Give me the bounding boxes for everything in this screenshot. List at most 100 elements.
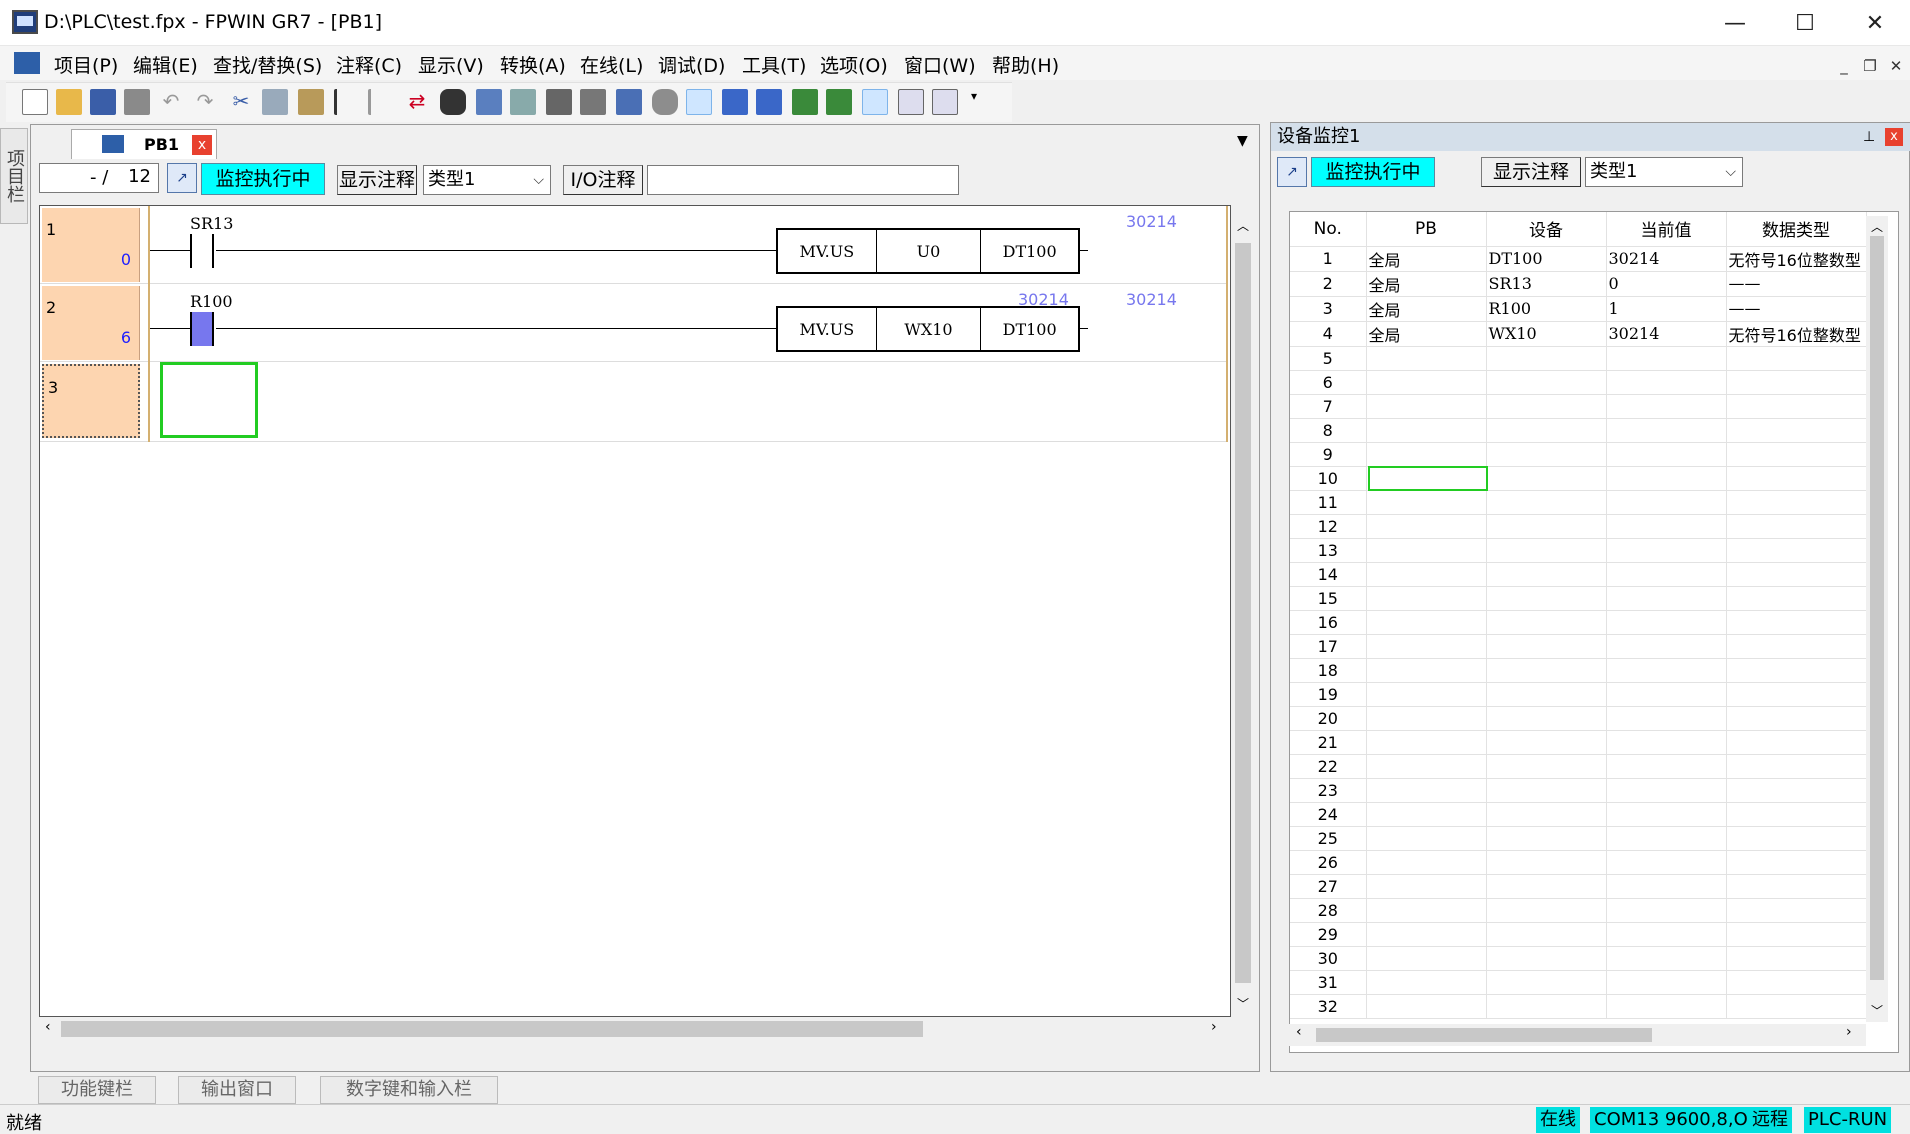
undo-icon[interactable]: ↶ [158,89,184,115]
cell-no[interactable]: 18 [1290,658,1367,683]
cell-pb[interactable]: 全局 [1366,296,1487,322]
cell-device[interactable] [1486,418,1607,443]
read-icon[interactable] [722,89,748,115]
cell-pb[interactable] [1366,970,1487,995]
cell-device[interactable] [1486,490,1607,515]
comment-icon[interactable] [476,89,502,115]
scroll-right-icon[interactable]: › [1846,1024,1852,1040]
table-row[interactable]: 12 [1290,514,1867,539]
cell-no[interactable]: 14 [1290,562,1367,587]
menu-comment[interactable]: 注释(C) [336,51,402,78]
menu-find-replace[interactable]: 查找/替换(S) [213,51,322,78]
table-row[interactable]: 23 [1290,778,1867,803]
ladder-row[interactable]: 2 6 R100 30214 30214 MV.US WX10 DT100 [40,284,1228,362]
table-row[interactable]: 24 [1290,802,1867,827]
app-icon[interactable] [12,10,38,34]
replace-icon[interactable]: ⇄ [404,89,430,115]
download-icon[interactable] [546,89,572,115]
table-row[interactable]: 22 [1290,754,1867,779]
table-row[interactable]: 28 [1290,898,1867,923]
cell-device[interactable] [1486,994,1607,1019]
cell-data-type[interactable] [1726,778,1867,803]
tab-numeric-input[interactable]: 数字键和输入栏 [320,1076,498,1104]
cell-device[interactable] [1486,898,1607,923]
new-file-icon[interactable] [22,89,48,115]
cell-data-type[interactable] [1726,370,1867,395]
cell-data-type[interactable] [1726,562,1867,587]
instruction-box[interactable]: MV.US U0 DT100 [776,228,1080,274]
contact-r100[interactable] [190,312,214,346]
cell-no[interactable]: 8 [1290,418,1367,443]
scroll-left-icon[interactable]: ‹ [45,1019,51,1035]
cell-current-value[interactable] [1606,682,1727,707]
cell-data-type[interactable] [1726,514,1867,539]
cell-device[interactable]: WX10 [1486,321,1607,347]
cell-device[interactable] [1486,682,1607,707]
table-row[interactable]: 30 [1290,946,1867,971]
table-row[interactable]: 13 [1290,538,1867,563]
edit-cursor[interactable] [160,362,258,438]
cell-pb[interactable] [1366,418,1487,443]
cell-data-type[interactable] [1726,946,1867,971]
cut-icon[interactable]: ✂ [228,89,254,115]
cell-current-value[interactable] [1606,418,1727,443]
cell-data-type[interactable] [1726,706,1867,731]
cell-no[interactable]: 29 [1290,922,1367,947]
cell-pb[interactable] [1366,346,1487,371]
table-row[interactable]: 2 全局 SR13 0 —— [1290,271,1867,297]
cell-device[interactable] [1486,850,1607,875]
row-number-cell[interactable]: 2 6 [42,286,140,360]
paste-icon[interactable] [298,89,324,115]
ladder-diagram[interactable]: 1 0 SR13 30214 MV.US U0 DT100 2 6 R100 3… [39,205,1231,1017]
cell-no[interactable]: 26 [1290,850,1367,875]
compare-icon[interactable] [616,89,642,115]
cell-data-type[interactable] [1726,730,1867,755]
cell-no[interactable]: 22 [1290,754,1367,779]
cell-device[interactable] [1486,394,1607,419]
cell-pb[interactable] [1366,802,1487,827]
cell-device[interactable] [1486,634,1607,659]
table-row[interactable]: 3 全局 R100 1 —— [1290,296,1867,322]
cell-pb[interactable] [1366,514,1487,539]
cell-device[interactable]: R100 [1486,296,1607,322]
ladder-row[interactable]: 1 0 SR13 30214 MV.US U0 DT100 [40,206,1228,284]
tab-function-keys[interactable]: 功能键栏 [38,1076,156,1104]
cell-no[interactable]: 21 [1290,730,1367,755]
cell-current-value[interactable] [1606,538,1727,563]
scroll-left-icon[interactable]: ‹ [1296,1024,1302,1040]
cell-current-value[interactable] [1606,850,1727,875]
cell-no[interactable]: 19 [1290,682,1367,707]
cell-pb[interactable] [1366,394,1487,419]
table-row[interactable]: 27 [1290,874,1867,899]
cell-pb[interactable] [1366,538,1487,563]
menu-project[interactable]: 项目(P) [54,51,118,78]
cell-current-value[interactable] [1606,826,1727,851]
cell-current-value[interactable] [1606,994,1727,1019]
save-icon[interactable] [90,89,116,115]
table-row[interactable]: 19 [1290,682,1867,707]
cell-current-value[interactable] [1606,898,1727,923]
cell-current-value[interactable] [1606,490,1727,515]
header-current-value[interactable]: 当前值 [1606,212,1727,247]
debug2-icon[interactable] [826,89,852,115]
cell-no[interactable]: 25 [1290,826,1367,851]
cell-current-value[interactable] [1606,874,1727,899]
cell-pb[interactable] [1366,850,1487,875]
ladder-horizontal-scroll-thumb[interactable] [61,1021,923,1037]
cell-pb[interactable] [1366,946,1487,971]
table-row[interactable]: 7 [1290,394,1867,419]
cell-data-type[interactable] [1726,874,1867,899]
menu-tools[interactable]: 工具(T) [742,51,806,78]
cell-pb[interactable] [1366,754,1487,779]
cell-current-value[interactable]: 30214 [1606,246,1727,272]
cell-pb[interactable] [1366,658,1487,683]
open-folder-icon[interactable] [56,89,82,115]
cell-pb[interactable] [1366,778,1487,803]
run-mode-icon[interactable] [862,89,888,115]
cell-current-value[interactable]: 30214 [1606,321,1727,347]
table-row[interactable]: 16 [1290,610,1867,635]
table-row[interactable]: 4 全局 WX10 30214 无符号16位整数型 [1290,321,1867,347]
cell-current-value[interactable] [1606,346,1727,371]
cell-device[interactable] [1486,658,1607,683]
cell-no[interactable]: 32 [1290,994,1367,1019]
